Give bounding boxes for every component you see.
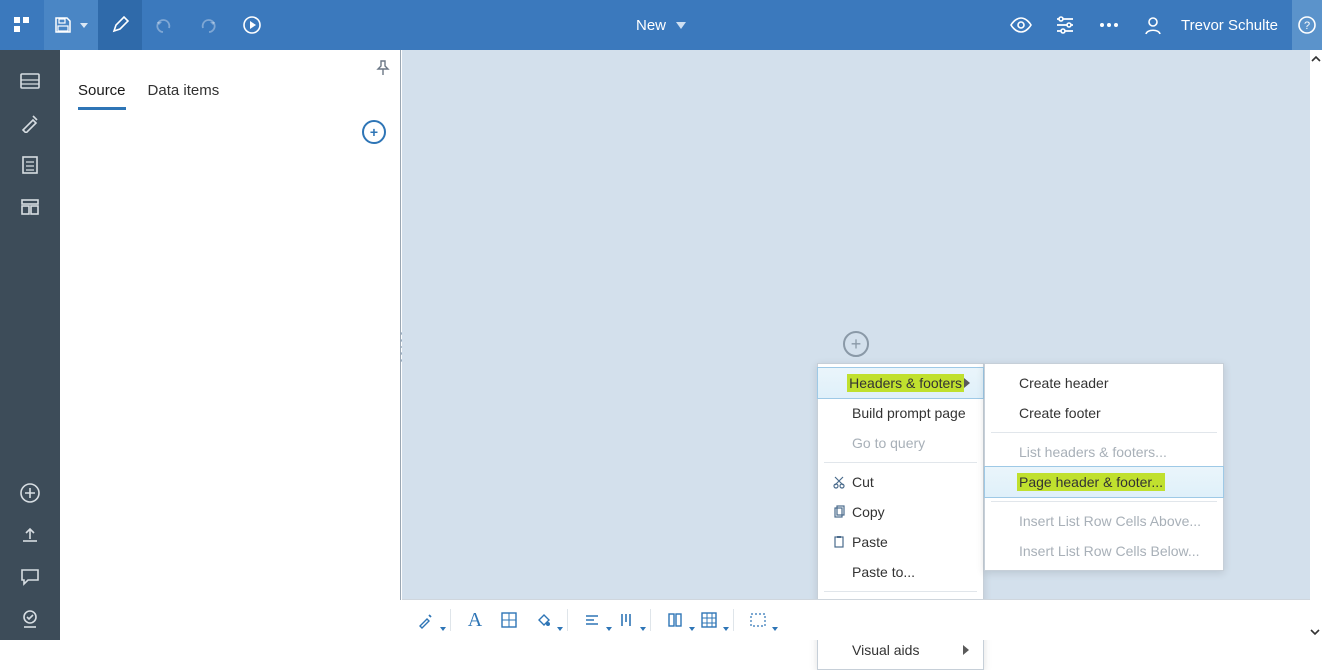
sidebar-tool-icon[interactable] (0, 102, 60, 144)
tab-data-items[interactable]: Data items (148, 82, 220, 110)
edit-button[interactable] (98, 0, 142, 50)
submenu-page-header-footer[interactable]: Page header & footer... (984, 466, 1224, 498)
submenu-insert-below: Insert List Row Cells Below... (985, 536, 1223, 566)
paste-icon (826, 535, 852, 549)
app-bar: New Trevor Schulte ? (0, 0, 1322, 50)
menu-separator (991, 432, 1217, 433)
border-button[interactable] (495, 606, 523, 634)
menu-label: Page header & footer... (1017, 473, 1165, 491)
user-icon[interactable] (1131, 0, 1175, 50)
canvas-add-button[interactable]: + (843, 331, 869, 357)
menu-separator (824, 462, 977, 463)
select-button[interactable] (744, 606, 772, 634)
submenu-arrow-icon (963, 645, 969, 655)
cut-icon (826, 475, 852, 489)
menu-label: Cut (852, 474, 874, 490)
menu-label: Headers & footers (847, 374, 964, 392)
font-button[interactable]: A (461, 606, 489, 634)
chevron-down-icon (640, 627, 646, 631)
sidebar-pages-icon[interactable] (0, 144, 60, 186)
menu-label: Create footer (1019, 405, 1101, 421)
save-button[interactable] (44, 0, 98, 50)
format-toolbar: A (402, 599, 1310, 640)
tab-source[interactable]: Source (78, 82, 126, 110)
redo-button[interactable] (186, 0, 230, 50)
submenu-create-footer[interactable]: Create footer (985, 398, 1223, 428)
submenu-arrow-icon (964, 378, 970, 388)
chevron-down-icon (772, 627, 778, 631)
pin-icon[interactable] (376, 60, 390, 76)
menu-separator (824, 591, 977, 592)
help-button[interactable]: ? (1292, 0, 1322, 50)
menu-cut[interactable]: Cut (818, 467, 983, 497)
insert-column-button[interactable] (661, 606, 689, 634)
scroll-down-caret[interactable] (1308, 626, 1322, 640)
menu-label: Insert List Row Cells Above... (1019, 513, 1201, 529)
run-button[interactable] (230, 0, 274, 50)
svg-text:?: ? (1304, 20, 1310, 32)
chevron-down-icon (723, 627, 729, 631)
menu-label: Create header (1019, 375, 1109, 391)
settings-button[interactable] (1043, 0, 1087, 50)
document-title-label: New (636, 17, 666, 34)
chevron-down-icon (440, 627, 446, 631)
menu-label: Build prompt page (852, 405, 966, 421)
fill-color-button[interactable] (529, 606, 557, 634)
menu-paste[interactable]: Paste (818, 527, 983, 557)
sidebar-chat-icon[interactable] (0, 556, 60, 598)
menu-label: Visual aids (852, 642, 919, 658)
menu-headers-footers[interactable]: Headers & footers (817, 367, 984, 399)
username-label: Trevor Schulte (1181, 17, 1278, 34)
submenu-create-header[interactable]: Create header (985, 368, 1223, 398)
sidebar-queries-icon[interactable] (0, 186, 60, 228)
chevron-down-icon (80, 23, 88, 28)
undo-button[interactable] (142, 0, 186, 50)
submenu-insert-above: Insert List Row Cells Above... (985, 506, 1223, 536)
left-sidebar (0, 50, 60, 640)
menu-paste-to[interactable]: Paste to... (818, 557, 983, 587)
chevron-down-icon (676, 22, 686, 29)
copy-icon (826, 505, 852, 519)
headers-footers-submenu: Create header Create footer List headers… (984, 363, 1224, 571)
sidebar-upload-icon[interactable] (0, 514, 60, 556)
menu-build-prompt[interactable]: Build prompt page (818, 398, 983, 428)
menu-go-to-query: Go to query (818, 428, 983, 458)
align-v-button[interactable] (612, 606, 640, 634)
menu-separator (991, 501, 1217, 502)
sidebar-validate-icon[interactable] (0, 598, 60, 640)
menu-label: Paste (852, 534, 888, 550)
table-style-button[interactable] (695, 606, 723, 634)
source-panel: Source Data items + (60, 50, 401, 600)
menu-label: Go to query (852, 435, 925, 451)
menu-label: Copy (852, 504, 885, 520)
submenu-list-headers-footers: List headers & footers... (985, 437, 1223, 467)
eyedropper-button[interactable] (412, 606, 440, 634)
menu-copy[interactable]: Copy (818, 497, 983, 527)
app-logo[interactable] (0, 0, 44, 50)
add-source-button[interactable]: + (362, 120, 386, 144)
panel-collapse-caret[interactable] (1310, 50, 1322, 64)
document-title[interactable]: New (636, 17, 686, 34)
sidebar-add-icon[interactable] (0, 472, 60, 514)
menu-label: Paste to... (852, 564, 915, 580)
align-h-button[interactable] (578, 606, 606, 634)
preview-button[interactable] (999, 0, 1043, 50)
chevron-down-icon (557, 627, 563, 631)
menu-label: List headers & footers... (1019, 444, 1167, 460)
menu-label: Insert List Row Cells Below... (1019, 543, 1200, 559)
more-button[interactable] (1087, 0, 1131, 50)
sidebar-data-icon[interactable] (0, 60, 60, 102)
